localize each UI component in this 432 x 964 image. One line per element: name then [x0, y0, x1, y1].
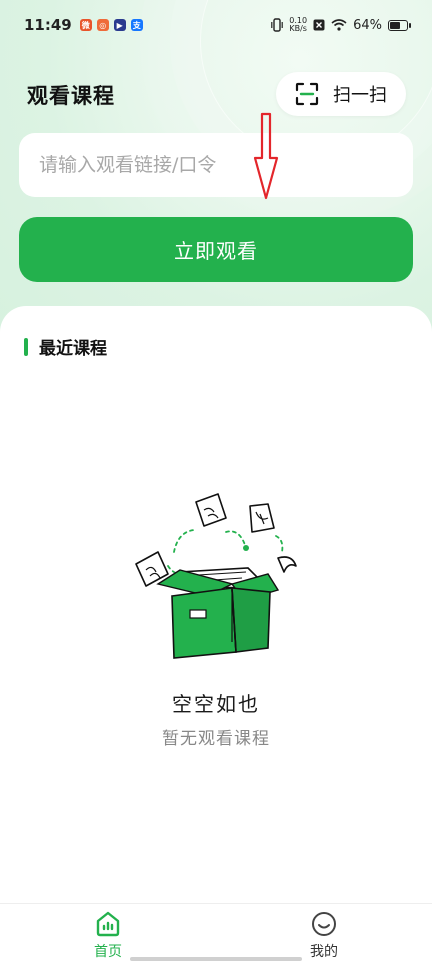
status-indicators: 0.10 KB/s 64% — [271, 16, 411, 33]
header: 观看课程 扫一扫 — [0, 70, 432, 118]
empty-state-title: 空空如也 — [172, 692, 260, 716]
empty-state-subtitle: 暂无观看课程 — [162, 729, 270, 749]
battery-level — [390, 21, 401, 29]
scan-button[interactable]: 扫一扫 — [276, 72, 406, 116]
vibrate-icon — [271, 18, 284, 32]
home-indicator[interactable] — [130, 957, 302, 961]
video-app-icon: ▶ — [113, 19, 126, 31]
sim-disabled-icon — [313, 19, 325, 31]
browser-app-icon: ◎ — [96, 19, 109, 31]
battery-percent: 64% — [353, 17, 382, 33]
tab-home-label: 首页 — [94, 944, 122, 960]
wifi-icon — [331, 19, 347, 31]
alipay-app-icon: 支 — [130, 19, 143, 31]
watch-now-button[interactable]: 立即观看 — [19, 217, 413, 282]
empty-box-illustration — [135, 493, 297, 659]
scan-label: 扫一扫 — [333, 85, 387, 106]
status-time: 11:49 — [24, 16, 72, 34]
recent-courses-card: 最近课程 空空如也 暂无观看课程 — [0, 306, 432, 906]
page-title: 观看课程 — [27, 84, 115, 108]
annotation-arrow-icon — [253, 112, 279, 200]
weibo-app-icon: 微 — [79, 19, 92, 31]
tab-home[interactable]: 首页 — [0, 904, 216, 964]
profile-icon — [312, 912, 336, 936]
link-input-container — [19, 133, 413, 197]
scan-icon — [295, 82, 319, 106]
tab-profile-label: 我的 — [310, 944, 338, 960]
section-header: 最近课程 — [24, 334, 107, 359]
section-title: 最近课程 — [39, 339, 107, 359]
tab-profile[interactable]: 我的 — [216, 904, 432, 964]
section-accent-bar — [24, 337, 28, 356]
link-input[interactable] — [19, 133, 413, 197]
net-speed: 0.10 KB/s — [289, 16, 308, 33]
home-icon — [96, 911, 120, 937]
status-bar: 11:49 微 ◎ ▶ 支 0.10 KB/s 64% — [0, 0, 432, 50]
bottom-tab-bar: 首页 我的 — [0, 903, 432, 964]
battery-icon — [388, 19, 411, 31]
